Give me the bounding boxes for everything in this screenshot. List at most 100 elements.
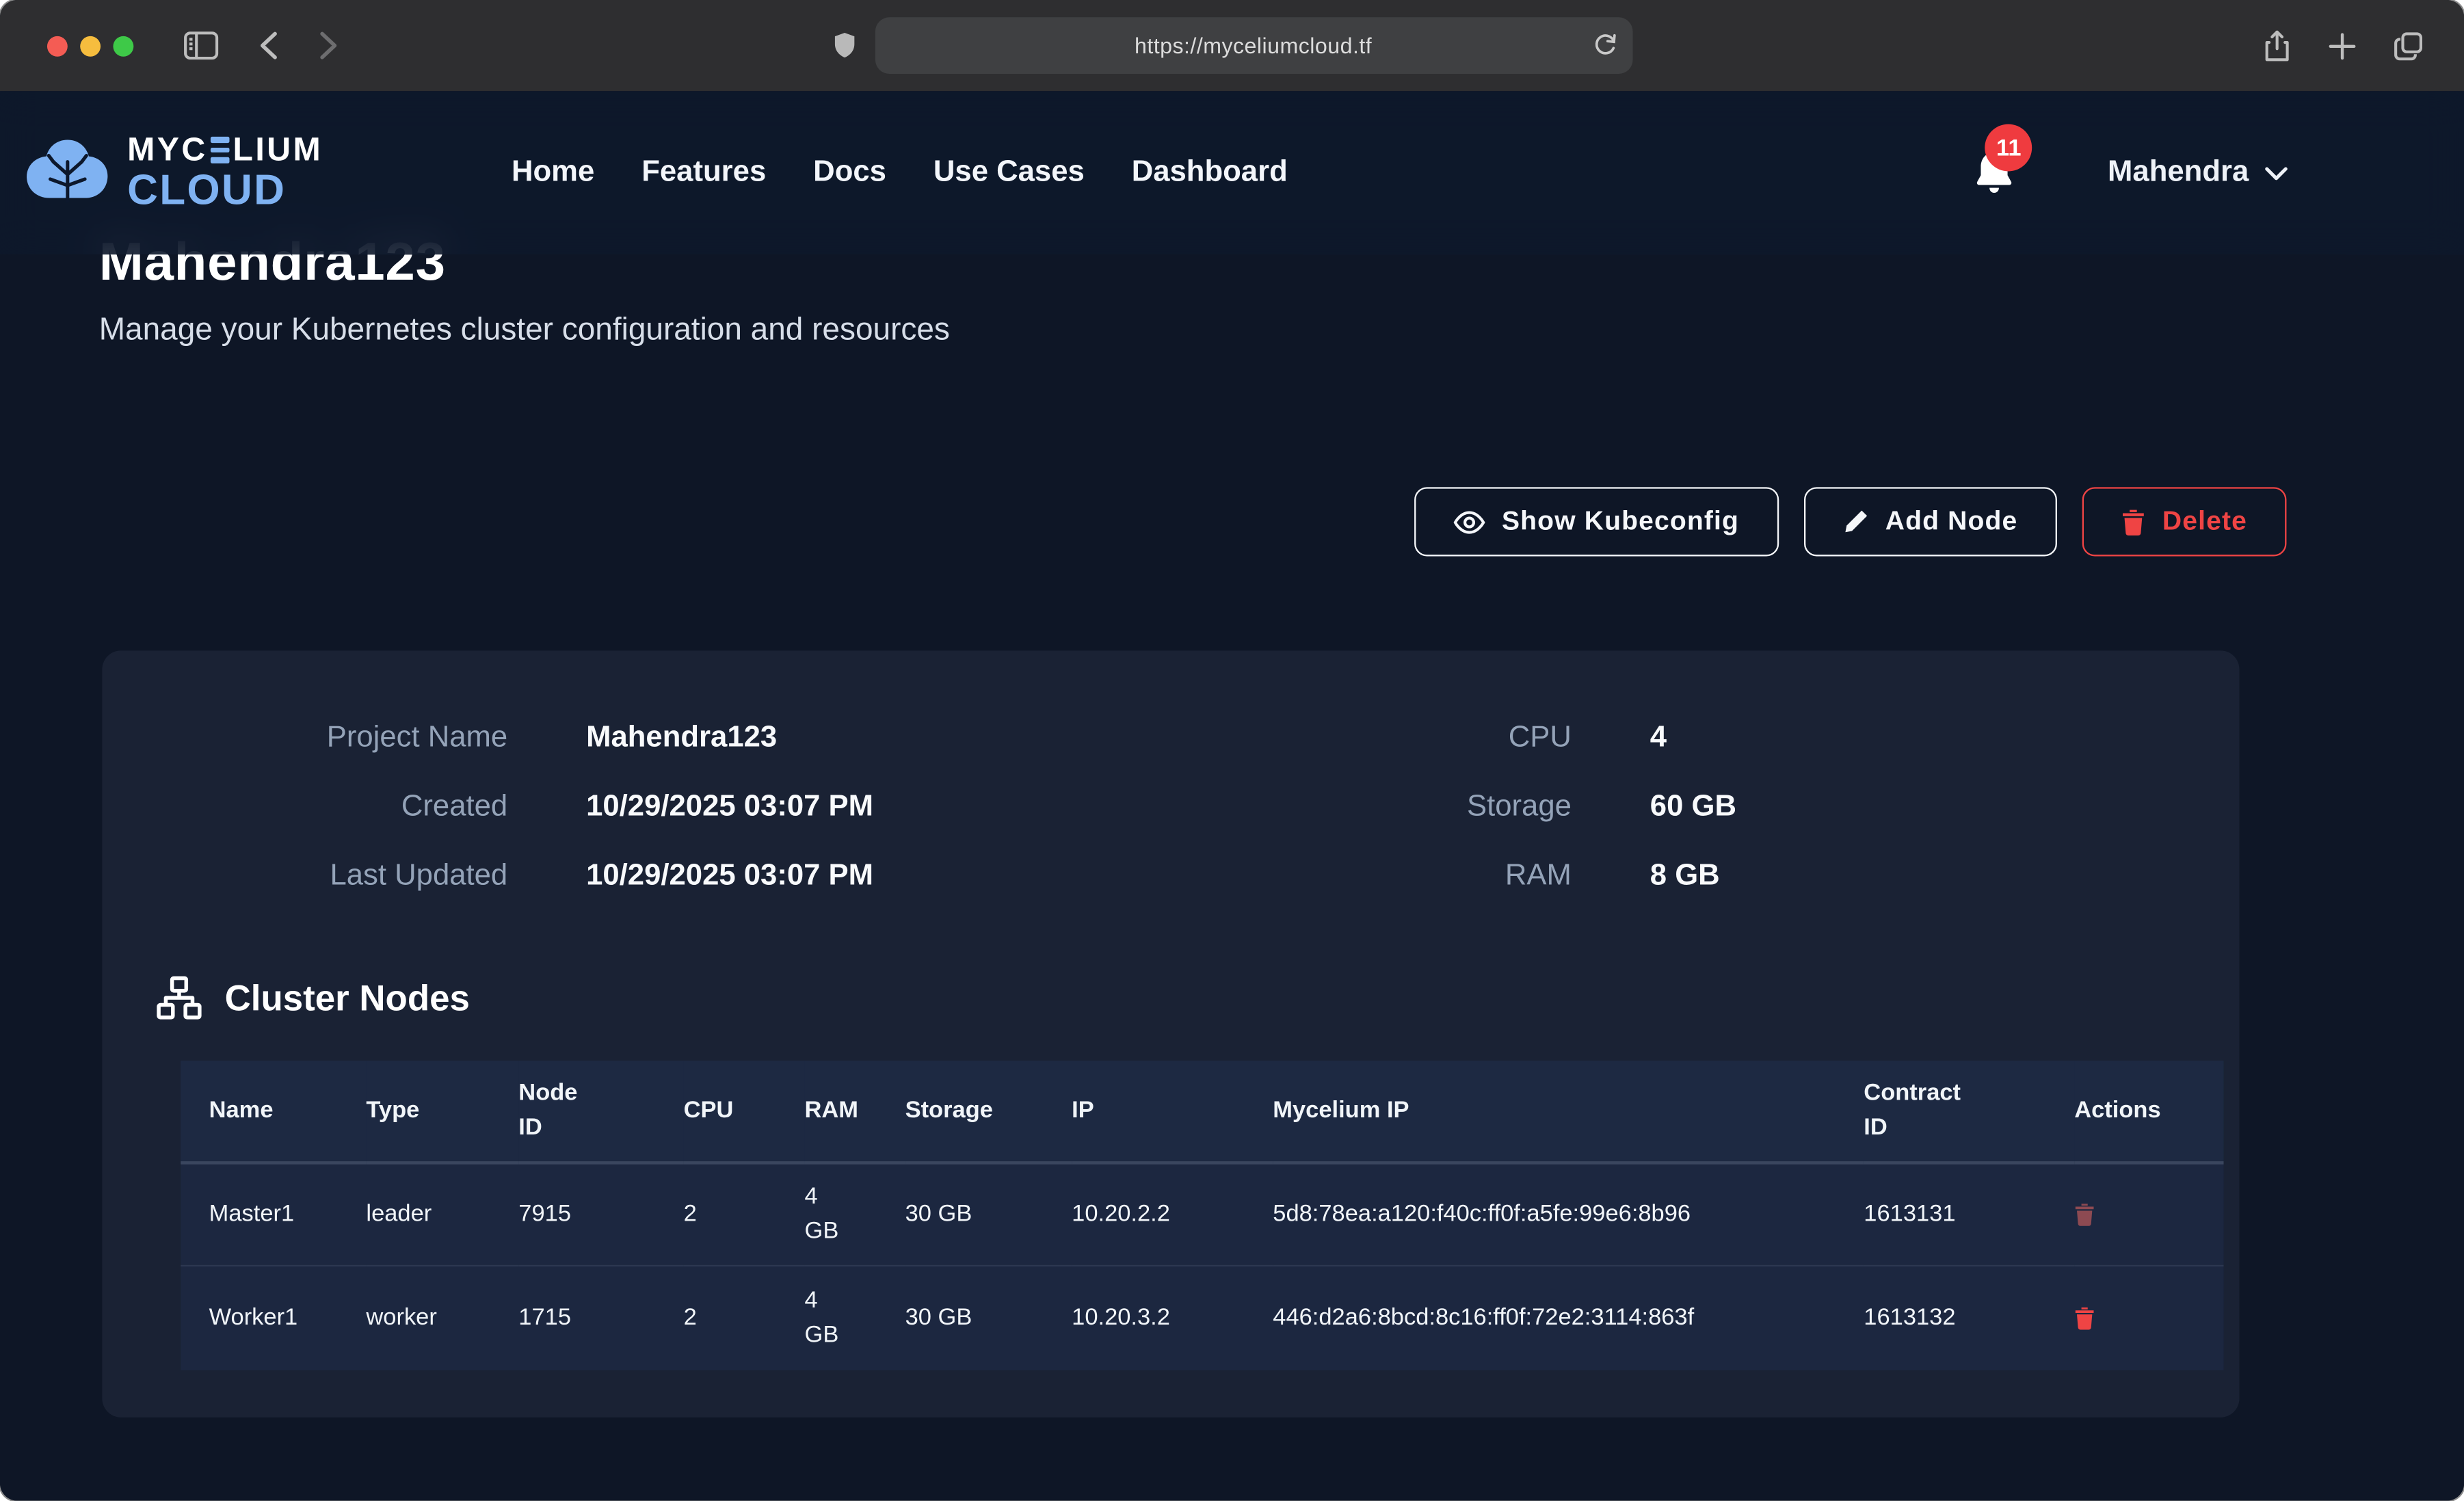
cell-ip: 10.20.3.2 [1072,1266,1273,1370]
show-kubeconfig-button[interactable]: Show Kubeconfig [1414,487,1778,556]
project-name-value: Mahendra123 [586,721,1183,756]
col-mycelium-ip: Mycelium IP [1273,1061,1864,1162]
browser-window: https://myceliumcloud.tf [0,0,2464,1500]
page-subtitle: Manage your Kubernetes cluster configura… [99,313,2366,349]
delete-node-button[interactable] [2074,1201,2095,1227]
cell-actions [2074,1162,2223,1266]
project-name-label: Project Name [181,721,507,756]
eye-icon [1453,510,1485,533]
col-node-id: Node ID [518,1061,683,1162]
cluster-nodes-table: Name Type Node ID CPU RAM Storage IP Myc… [181,1061,2223,1370]
forward-icon[interactable] [319,31,338,59]
nav-link-use-cases[interactable]: Use Cases [933,155,1085,190]
table-header-row: Name Type Node ID CPU RAM Storage IP Myc… [181,1061,2223,1162]
browser-chrome: https://myceliumcloud.tf [0,0,2464,91]
storage-label: Storage [1262,791,1572,825]
cell-name: Master1 [181,1162,366,1266]
logo-letter-e-bars [211,137,230,163]
scale-wrapper: https://myceliumcloud.tf [0,0,2464,1500]
cell-actions [2074,1266,2223,1370]
cpu-value: 4 [1650,721,2161,756]
cell-type: worker [366,1266,518,1370]
nav-link-features[interactable]: Features [641,155,766,190]
close-window-button[interactable] [47,36,68,56]
chevron-down-icon [2264,165,2288,180]
nav-link-home[interactable]: Home [512,155,594,190]
logo-text-line1: MYCLIUM [127,133,323,166]
table-row: Master1 leader 7915 2 4 GB 30 GB 10.20.2… [181,1162,2223,1266]
col-contract-id: Contract ID [1864,1061,2074,1162]
cluster-nodes-heading: Cluster Nodes [225,977,470,1019]
delete-cluster-button[interactable]: Delete [2082,487,2287,556]
back-icon[interactable] [259,31,278,59]
cell-contract-id: 1613132 [1864,1266,2074,1370]
cell-type: leader [366,1162,518,1266]
cell-mycelium-ip: 5d8:78ea:a120:f40c:ff0f:a5fe:99e6:8b96 [1273,1162,1864,1266]
col-ip: IP [1072,1061,1273,1162]
cell-cpu: 2 [684,1162,805,1266]
col-cpu: CPU [684,1061,805,1162]
trash-icon [2074,1305,2095,1331]
col-name: Name [181,1061,366,1162]
trash-icon [2121,508,2145,535]
col-actions: Actions [2074,1061,2223,1162]
trash-icon [2074,1201,2095,1227]
add-node-button[interactable]: Add Node [1803,487,2057,556]
delete-cluster-label: Delete [2162,506,2247,537]
user-menu[interactable]: Mahendra [2108,155,2288,190]
brand-logo[interactable]: MYCLIUM CLOUD [23,133,323,212]
mycelium-cloud-logo-icon [23,137,111,209]
cell-storage: 30 GB [905,1266,1072,1370]
reload-icon[interactable] [1593,33,1616,58]
delete-node-button[interactable] [2074,1305,2095,1331]
url-text: https://myceliumcloud.tf [1135,33,1372,58]
main-content: Mahendra123 Manage your Kubernetes clust… [0,233,2464,1416]
storage-value: 60 GB [1650,791,2161,825]
notification-count-badge: 11 [1985,124,2032,172]
cell-ram: 4 GB [805,1162,905,1266]
cluster-actions: Show Kubeconfig Add Node Delete [99,487,2287,556]
sidebar-toggle-icon[interactable] [184,31,219,59]
user-name: Mahendra [2108,155,2249,190]
add-node-label: Add Node [1885,506,2018,537]
last-updated-label: Last Updated [181,860,507,894]
cell-node-id: 7915 [518,1162,683,1266]
tab-overview-icon[interactable] [2394,31,2424,61]
cluster-nodes-icon [155,976,202,1020]
cell-mycelium-ip: 446:d2a6:8bcd:8c16:ff0f:72e2:3114:863f [1273,1266,1864,1370]
cell-cpu: 2 [684,1266,805,1370]
url-bar[interactable]: https://myceliumcloud.tf [875,17,1632,74]
notifications-button[interactable]: 11 [1972,149,2016,196]
col-storage: Storage [905,1061,1072,1162]
cell-storage: 30 GB [905,1162,1072,1266]
cell-contract-id: 1613131 [1864,1162,2074,1266]
ram-label: RAM [1262,860,1572,894]
minimize-window-button[interactable] [80,36,101,56]
nav-link-dashboard[interactable]: Dashboard [1132,155,1288,190]
traffic-lights [47,36,133,56]
table-row: Worker1 worker 1715 2 4 GB 30 GB 10.20.3… [181,1266,2223,1370]
ram-value: 8 GB [1650,860,2161,894]
logo-text-line2: CLOUD [127,170,323,212]
cell-ip: 10.20.2.2 [1072,1162,1273,1266]
top-navbar: MYCLIUM CLOUD Home Features Docs Use Cas… [0,91,2464,254]
nav-link-docs[interactable]: Docs [813,155,886,190]
created-label: Created [181,791,507,825]
main-nav: Home Features Docs Use Cases Dashboard [512,155,1288,190]
share-icon[interactable] [2263,29,2291,62]
new-tab-icon[interactable] [2329,32,2355,59]
cell-node-id: 1715 [518,1266,683,1370]
cell-name: Worker1 [181,1266,366,1370]
last-updated-value: 10/29/2025 03:07 PM [586,860,1183,894]
cluster-info-grid: Project Name Mahendra123 CPU 4 Created 1… [181,721,2160,894]
zoom-window-button[interactable] [113,36,133,56]
page-body: MYCLIUM CLOUD Home Features Docs Use Cas… [0,91,2464,1500]
created-value: 10/29/2025 03:07 PM [586,791,1183,825]
privacy-shield-icon[interactable] [832,31,856,61]
show-kubeconfig-label: Show Kubeconfig [1502,506,1739,537]
col-ram: RAM [805,1061,905,1162]
cluster-details-panel: Project Name Mahendra123 CPU 4 Created 1… [102,650,2239,1416]
pencil-icon [1843,509,1868,535]
col-type: Type [366,1061,518,1162]
cell-ram: 4 GB [805,1266,905,1370]
